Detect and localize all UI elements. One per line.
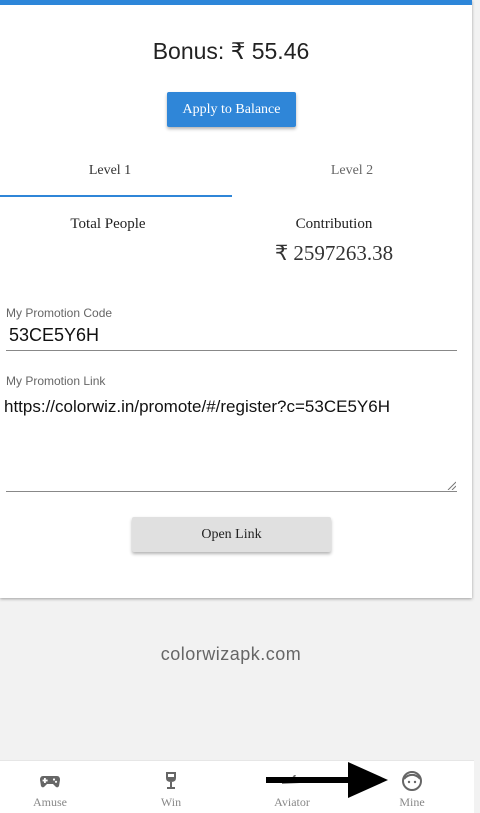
promotion-code-field[interactable]: 53CE5Y6H (9, 325, 99, 346)
nav-label-win: Win (160, 795, 182, 809)
promotion-link-underline (6, 491, 457, 492)
contribution-value: ₹ 2597263.38 (274, 241, 394, 265)
contribution-label: Contribution (295, 216, 373, 232)
top-accent-bar (0, 0, 472, 5)
trophy-icon (163, 770, 179, 792)
promotion-code-underline (6, 350, 457, 351)
arrow-pointer-icon (266, 762, 388, 798)
resize-handle-icon[interactable] (447, 481, 456, 490)
promotion-link-field[interactable]: https://colorwiz.in/promote/#/register?c… (4, 397, 459, 417)
nav-item-win[interactable]: Win (121, 761, 221, 813)
promotion-code-label: My Promotion Code (6, 306, 113, 320)
total-people-label: Total People (70, 216, 146, 232)
promotion-card: Bonus: ₹ 55.46 Apply to Balance Level 1 … (0, 0, 472, 598)
nav-item-amuse[interactable]: Amuse (0, 761, 100, 813)
promotion-link-label: My Promotion Link (6, 374, 106, 388)
bonus-amount: Bonus: ₹ 55.46 (152, 38, 310, 64)
nav-label-amuse: Amuse (33, 795, 67, 809)
gamepad-icon (39, 770, 61, 792)
watermark-text: colorwizapk.com (160, 644, 302, 664)
open-link-button[interactable]: Open Link (132, 517, 331, 552)
nav-label-mine: Mine (399, 795, 425, 809)
face-icon (401, 770, 423, 792)
tab-level-1[interactable]: Level 1 (0, 163, 226, 179)
tab-active-indicator (0, 195, 232, 197)
apply-to-balance-button[interactable]: Apply to Balance (167, 92, 296, 127)
tab-level-2[interactable]: Level 2 (236, 163, 468, 179)
bottom-navigation: Amuse Win Aviator Mine (0, 760, 474, 813)
